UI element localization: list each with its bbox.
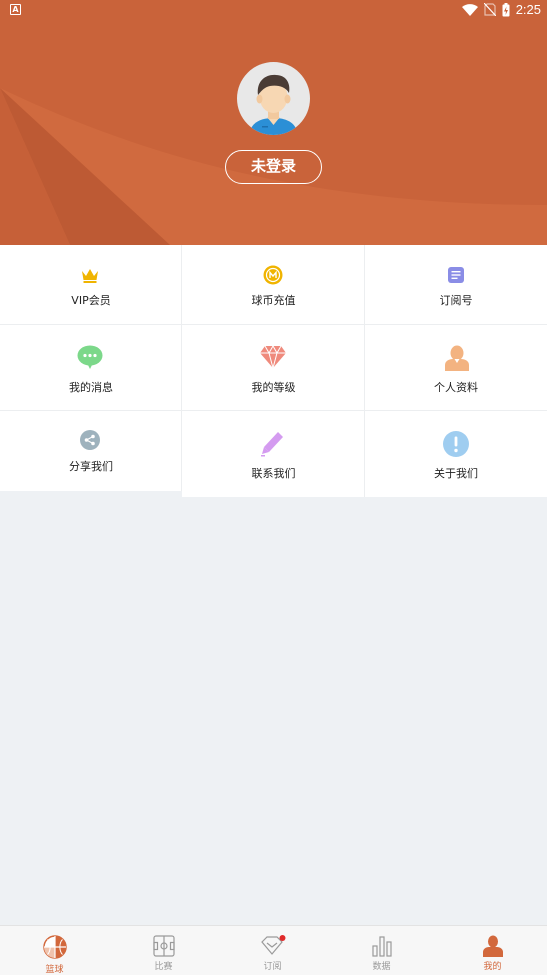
bar-chart-icon [371, 936, 392, 957]
user-icon [482, 935, 503, 957]
pencil-icon [261, 432, 283, 457]
grid-item-profile[interactable]: 个人资料 [365, 325, 547, 411]
diamond-icon [260, 346, 286, 368]
tab-data[interactable]: 数据 [327, 926, 436, 975]
grid-item-about[interactable]: 关于我们 [365, 411, 547, 497]
status-time: 2:25 [515, 2, 541, 17]
subscription-icon [448, 267, 464, 283]
bottom-navigation: 篮球 比赛 订阅 数据 我的 [0, 925, 547, 975]
grid-item-label: 球币充值 [251, 294, 296, 307]
tab-mine[interactable]: 我的 [438, 926, 547, 975]
tab-label: 数据 [372, 962, 391, 972]
app-notification-icon: A [10, 4, 21, 15]
grid-item-label: 分享我们 [69, 460, 113, 473]
grid-divider [364, 245, 365, 497]
grid-item-label: 关于我们 [434, 467, 478, 480]
grid-item-level[interactable]: 我的等级 [182, 325, 365, 411]
grid-divider [0, 410, 547, 411]
tab-label: 我的 [483, 962, 502, 972]
tab-label: 订阅 [263, 962, 282, 972]
grid-item-contact[interactable]: 联系我们 [182, 411, 365, 497]
notification-badge [279, 935, 285, 941]
tab-matches[interactable]: 比赛 [109, 926, 218, 975]
court-icon [152, 935, 175, 957]
tab-label: 篮球 [45, 965, 64, 975]
coin-icon [263, 265, 283, 285]
profile-icon [445, 345, 469, 371]
info-icon [443, 431, 469, 457]
avatar[interactable] [237, 62, 310, 135]
grid-item-label: 我的等级 [251, 381, 296, 394]
grid-item-label: VIP会员 [71, 294, 111, 307]
profile-header: 未登录 [0, 0, 547, 245]
grid-item-subscription[interactable]: 订阅号 [365, 245, 547, 325]
message-icon [77, 345, 103, 369]
grid-divider [181, 245, 182, 491]
grid-item-label: 订阅号 [439, 294, 473, 307]
subscribe-icon [260, 935, 285, 955]
grid-item-label: 联系我们 [251, 467, 296, 480]
share-icon [80, 430, 100, 450]
tab-basketball[interactable]: 篮球 [0, 926, 109, 975]
crown-icon [82, 269, 98, 283]
login-button[interactable]: 未登录 [225, 150, 322, 184]
basketball-icon [42, 935, 67, 959]
grid-item-coin-recharge[interactable]: 球币充值 [182, 245, 365, 325]
battery-charging-icon [502, 2, 510, 16]
status-bar: A 2:25 [0, 0, 547, 20]
grid-item-share[interactable]: 分享我们 [0, 411, 182, 491]
wifi-icon [461, 3, 478, 16]
grid-divider [0, 324, 547, 325]
tab-label: 比赛 [154, 962, 173, 972]
no-sim-icon [483, 3, 496, 16]
grid-item-vip[interactable]: VIP会员 [0, 245, 182, 325]
grid-item-messages[interactable]: 我的消息 [0, 325, 182, 411]
grid-item-label: 个人资料 [434, 381, 478, 394]
grid-item-label: 我的消息 [69, 381, 113, 394]
tab-subscribe[interactable]: 订阅 [218, 926, 327, 975]
